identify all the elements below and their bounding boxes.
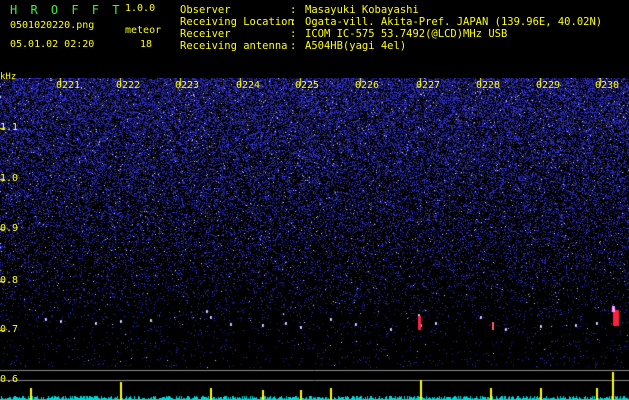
antenna-key: Receiving antenna <box>180 40 288 52</box>
observer-key: Observer <box>180 4 231 16</box>
time-tick-label: 0223 <box>175 80 200 91</box>
observer-sep: : <box>290 4 297 16</box>
time-tick-label: 0222 <box>116 80 141 91</box>
time-tick-label: 0221 <box>56 80 81 91</box>
time-tick-label: 0229 <box>536 80 561 91</box>
time-tick-label: 0230 <box>595 80 620 91</box>
app-version: 1.0.0 <box>125 3 156 14</box>
y-tick-label: 1.0 <box>0 173 19 184</box>
y-tick-label: 0.9 <box>0 223 19 234</box>
time-tick-label: 0227 <box>416 80 441 91</box>
y-tick-label: 1.1 <box>0 122 19 133</box>
time-tick-label: 0228 <box>476 80 501 91</box>
y-tick-label: 0.8 <box>0 275 19 286</box>
receiver-value: ICOM IC-575 53.7492(@LCD)MHz USB <box>305 28 508 40</box>
receiver-sep: : <box>290 28 297 40</box>
receiver-key: Receiver <box>180 28 231 40</box>
meteor-count: 18 <box>140 39 153 50</box>
time-tick-label: 0225 <box>295 80 320 91</box>
location-key: Receiving Location <box>180 16 294 28</box>
location-value: Ogata-vill. Akita-Pref. JAPAN (139.96E, … <box>305 16 603 28</box>
y-axis-unit: kHz <box>0 72 17 82</box>
location-sep: : <box>290 16 297 28</box>
y-tick-label: 0.7 <box>0 324 19 335</box>
meteor-label: meteor <box>125 25 162 36</box>
antenna-sep: : <box>290 40 297 52</box>
observer-value: Masayuki Kobayashi <box>305 4 419 16</box>
time-tick-label: 0226 <box>355 80 380 91</box>
image-filename: 0501020220.png <box>10 20 95 31</box>
y-tick-label: 0.6 <box>0 374 19 385</box>
antenna-value: A504HB(yagi 4el) <box>305 40 407 52</box>
time-tick-label: 0224 <box>236 80 261 91</box>
app-title: H R O F F T <box>10 3 123 17</box>
spectrogram-canvas <box>0 78 629 400</box>
capture-datetime: 05.01.02 02:20 <box>10 39 95 50</box>
